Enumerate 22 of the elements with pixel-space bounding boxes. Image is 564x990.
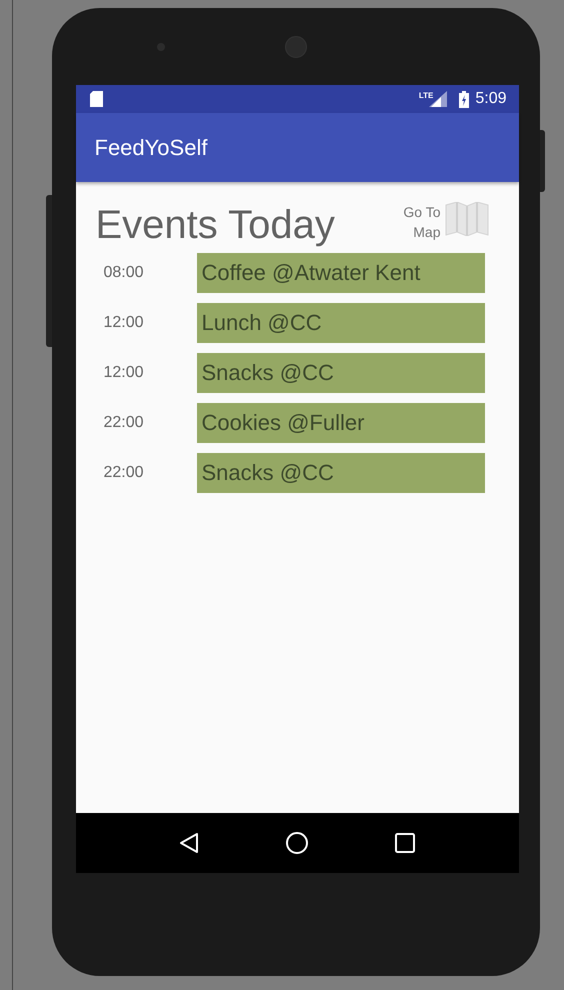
event-item[interactable]: Lunch @CC — [196, 303, 484, 343]
map-button[interactable]: Go To Map — [392, 202, 488, 242]
app-title: FeedYoSelf — [94, 134, 208, 160]
sd-card-icon — [90, 91, 102, 107]
status-time: 5:09 — [475, 90, 506, 108]
event-item[interactable]: Cookies @Fuller — [196, 403, 484, 443]
speaker-icon — [285, 36, 307, 58]
battery-icon — [459, 90, 470, 108]
event-time: 12:00 — [102, 314, 145, 332]
event-item[interactable]: Coffee @Atwater Kent — [196, 253, 484, 293]
home-icon[interactable] — [284, 831, 309, 855]
event-item[interactable]: Snacks @CC — [196, 453, 484, 493]
event-time: 12:00 — [102, 364, 145, 382]
map-icon — [444, 202, 488, 236]
event-time: 08:00 — [102, 264, 145, 282]
event-time: 22:00 — [102, 464, 145, 482]
event-item[interactable]: Snacks @CC — [196, 353, 484, 393]
network-type: LTE — [418, 91, 434, 100]
recents-icon[interactable] — [395, 833, 416, 853]
event-time: 22:00 — [102, 414, 145, 432]
page-heading: Events Today — [96, 202, 335, 244]
back-icon[interactable] — [178, 832, 199, 854]
